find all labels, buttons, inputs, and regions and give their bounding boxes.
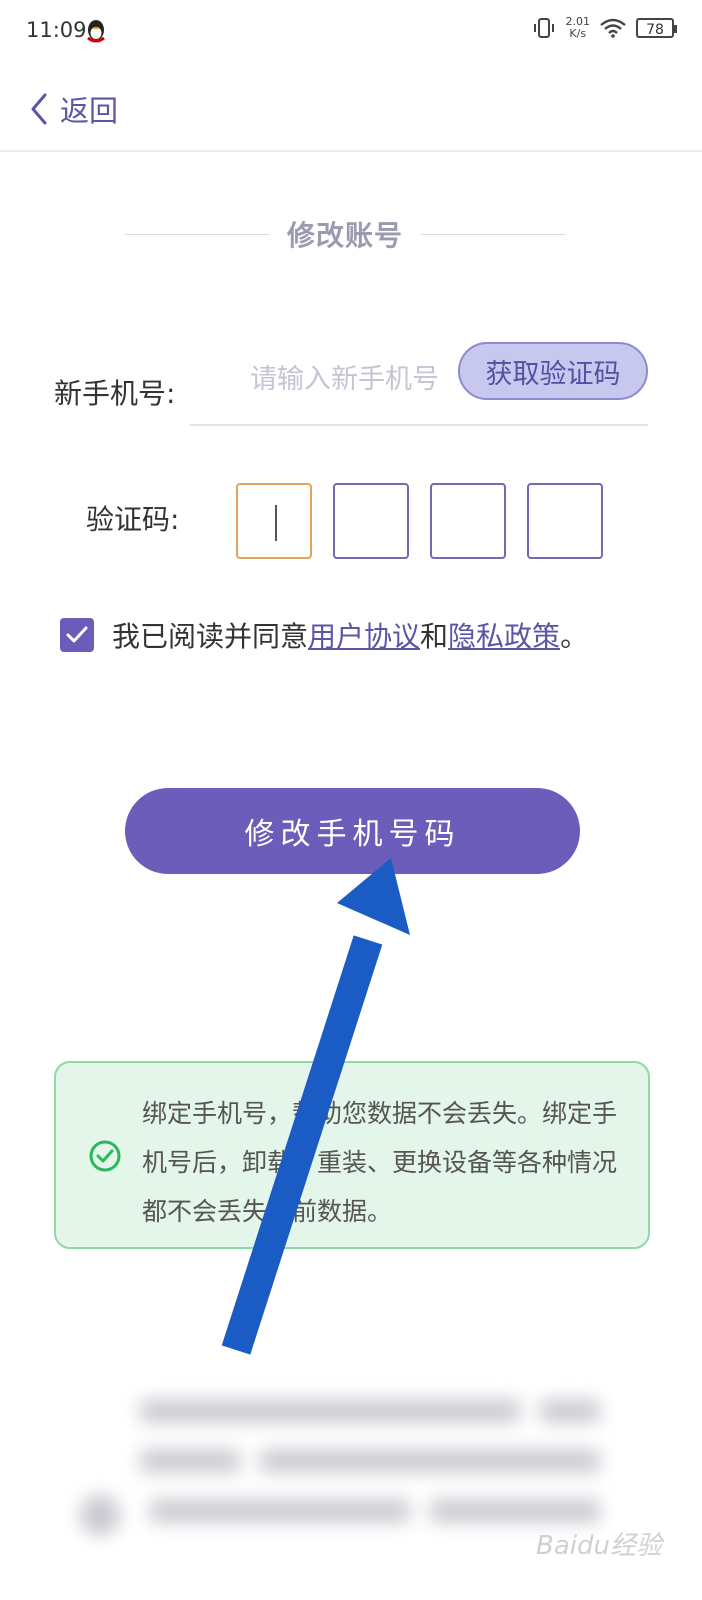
code-digit-input-4[interactable] — [527, 483, 603, 559]
code-digit-input-1[interactable] — [236, 483, 312, 559]
agreement-suffix: 。 — [560, 620, 589, 653]
check-circle-icon — [89, 1140, 121, 1172]
blurred-icon — [80, 1495, 120, 1535]
net-speed: 2.01 K/s — [566, 16, 591, 40]
wifi-icon — [600, 18, 626, 38]
phone-label: 新手机号: — [54, 377, 176, 410]
battery-indicator: 78 — [636, 18, 677, 38]
divider-right — [421, 233, 566, 235]
back-label: 返回 — [60, 94, 119, 128]
blurred-line — [140, 1400, 520, 1422]
status-icons: 2.01 K/s 78 — [532, 16, 677, 40]
blurred-line — [540, 1400, 600, 1422]
nav-bar: 返回 — [0, 64, 702, 152]
blurred-line — [150, 1500, 410, 1522]
blurred-line — [260, 1450, 600, 1472]
code-digit-input-2[interactable] — [333, 483, 409, 559]
back-button[interactable]: 返回 — [30, 88, 118, 130]
status-bar: 11:09 2.01 K/s 78 — [0, 0, 702, 64]
code-digit-input-3[interactable] — [430, 483, 506, 559]
phone-input-wrap: 获取验证码 — [190, 342, 648, 426]
qq-icon — [87, 20, 105, 43]
privacy-policy-link[interactable]: 隐私政策 — [448, 620, 560, 653]
baidu-watermark: Baidu经验 — [536, 1531, 662, 1561]
user-agreement-link[interactable]: 用户协议 — [308, 620, 420, 653]
chevron-left-icon — [31, 93, 47, 125]
net-speed-unit: K/s — [569, 27, 587, 40]
phone-input[interactable] — [190, 354, 500, 404]
divider-left — [125, 233, 269, 235]
blurred-line — [430, 1500, 600, 1522]
agreement-text: 我已阅读并同意用户协议和隐私政策。 — [112, 615, 588, 655]
check-icon — [66, 626, 88, 643]
agreement-conjunction: 和 — [420, 620, 449, 653]
page-title: 修改账号 — [287, 219, 404, 252]
status-time: 11:09 — [26, 18, 87, 42]
code-label: 验证码: — [86, 503, 180, 536]
change-phone-button[interactable]: 修改手机号码 — [125, 788, 580, 874]
agree-checkbox[interactable] — [60, 618, 94, 652]
info-text: 绑定手机号，帮助您数据不会丢失。绑定手机号后，卸载、重装、更换设备等各种情况都不… — [142, 1099, 618, 1226]
text-cursor — [275, 505, 277, 541]
vibrate-icon — [533, 18, 554, 38]
agreement-prefix: 我已阅读并同意 — [112, 620, 309, 653]
blurred-line — [140, 1450, 240, 1472]
info-card: 绑定手机号，帮助您数据不会丢失。绑定手机号后，卸载、重装、更换设备等各种情况都不… — [54, 1061, 650, 1249]
section-header: 修改账号 — [125, 214, 566, 254]
get-code-button[interactable]: 获取验证码 — [458, 342, 648, 400]
agreement-row: 我已阅读并同意用户协议和隐私政策。 — [60, 615, 588, 655]
